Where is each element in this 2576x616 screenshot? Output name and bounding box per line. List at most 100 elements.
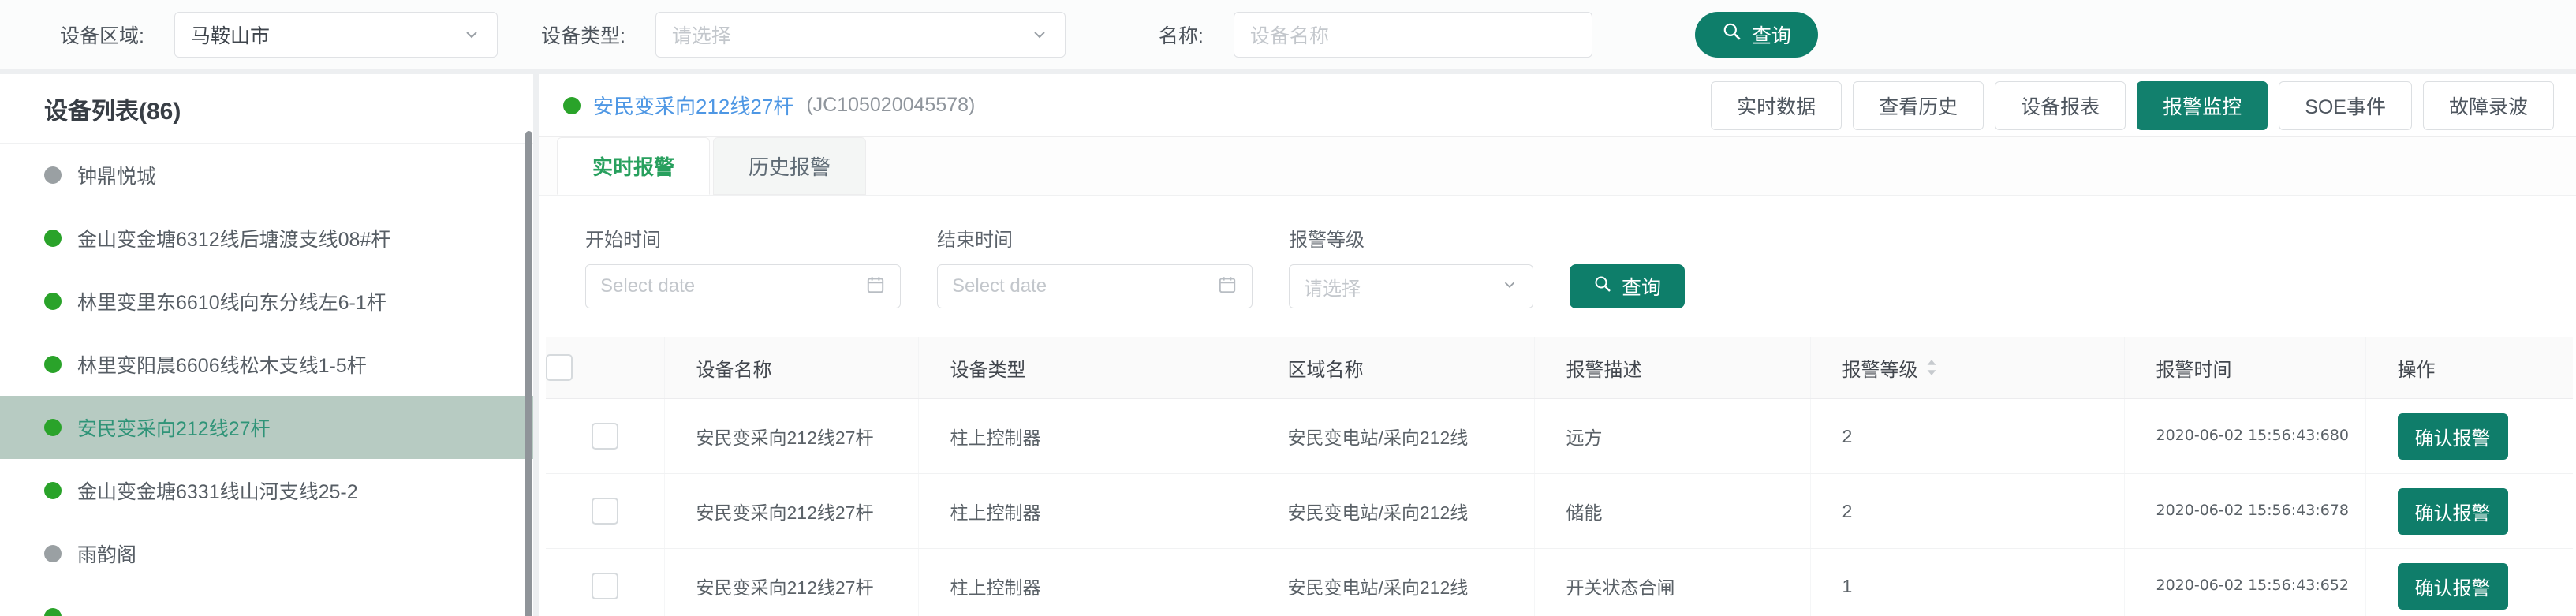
sidebar-device-label: 金山变金塘6312线后塘渡支线08#杆 [77, 224, 390, 252]
end-time-label: 结束时间 [937, 224, 1253, 252]
end-date-input[interactable]: Select date [937, 264, 1253, 308]
col-header-alarm-time: 报警时间 [2124, 337, 2365, 399]
device-name-label: 名称: [1159, 21, 1204, 49]
device-region-value: 马鞍山市 [191, 21, 270, 49]
alarm-table-row: 安民变采向212线27杆 柱上控制器 安民变电站/采向212线 远方 2 202… [546, 399, 2573, 474]
alarm-level-placeholder: 请选择 [1304, 273, 1361, 301]
select-all-checkbox[interactable] [546, 354, 573, 381]
cell-region-name: 安民变电站/采向212线 [1256, 549, 1534, 616]
device-name-placeholder: 设备名称 [1250, 21, 1329, 49]
chevron-down-icon [1030, 25, 1049, 44]
cell-alarm-level: 1 [1810, 549, 2124, 616]
device-action-button[interactable]: 实时数据 [1711, 81, 1842, 130]
start-date-placeholder: Select date [600, 275, 695, 297]
device-type-placeholder: 请选择 [672, 21, 731, 49]
confirm-alarm-button[interactable]: 确认报警 [2398, 563, 2508, 610]
device-status-dot [44, 230, 62, 247]
alarm-level-group: 报警等级 请选择 [1289, 224, 1533, 308]
cell-device-type: 柱上控制器 [918, 474, 1256, 549]
search-icon [1722, 21, 1742, 47]
row-checkbox[interactable] [592, 498, 618, 525]
sidebar-scrollbar[interactable] [525, 131, 532, 616]
col-header-operation: 操作 [2365, 337, 2573, 399]
search-icon [1593, 274, 1612, 299]
cell-alarm-desc: 储能 [1534, 474, 1810, 549]
col-header-alarm-desc: 报警描述 [1534, 337, 1810, 399]
device-status-dot [563, 97, 581, 114]
device-action-button[interactable]: 故障录波 [2423, 81, 2554, 130]
device-type-select[interactable]: 请选择 [655, 12, 1066, 58]
col-header-region-name: 区域名称 [1256, 337, 1534, 399]
alarm-table-row: 安民变采向212线27杆 柱上控制器 安民变电站/采向212线 开关状态合闸 1… [546, 549, 2573, 616]
device-action-bar: 实时数据 查看历史 设备报表 报警监控 SOE事件 故障录波 [1700, 81, 2554, 130]
alarm-panel: 实时报警 历史报警 开始时间 Select date 结束时间 Select d… [539, 137, 2576, 616]
cell-alarm-desc: 开关状态合闸 [1534, 549, 1810, 616]
alarm-table-row: 安民变采向212线27杆 柱上控制器 安民变电站/采向212线 储能 2 202… [546, 474, 2573, 549]
sidebar-device-item[interactable]: 钟鼎悦城 [0, 144, 533, 207]
sidebar-device-label: 林里变里东6610线向东分线左6-1杆 [77, 287, 386, 315]
cell-device-type: 柱上控制器 [918, 399, 1256, 474]
end-time-group: 结束时间 Select date [937, 224, 1253, 308]
table-header-row: 设备名称 设备类型 区域名称 报警描述 报警等级 报警时间 操作 [546, 337, 2573, 399]
sidebar-device-item[interactable]: 雨韵阁 [0, 522, 533, 585]
device-status-dot [44, 293, 62, 310]
device-status-dot [44, 356, 62, 373]
device-title-link[interactable]: 安民变采向212线27杆 [593, 91, 793, 120]
alarm-table: 设备名称 设备类型 区域名称 报警描述 报警等级 报警时间 操作 [546, 337, 2573, 616]
filter-search-button[interactable]: 查询 [1570, 264, 1685, 308]
cell-region-name: 安民变电站/采向212线 [1256, 474, 1534, 549]
chevron-down-icon [462, 25, 481, 44]
device-status-dot [44, 166, 62, 184]
device-region-label: 设备区域: [60, 21, 144, 49]
device-list: 钟鼎悦城 金山变金塘6312线后塘渡支线08#杆 林里变里东6610线向东分线左… [0, 144, 533, 616]
top-search-button[interactable]: 查询 [1695, 12, 1818, 58]
device-code: (JC105020045578) [806, 94, 975, 117]
alarm-level-label: 报警等级 [1289, 224, 1533, 252]
confirm-alarm-button[interactable]: 确认报警 [2398, 413, 2508, 460]
device-action-button[interactable]: SOE事件 [2279, 81, 2412, 130]
sidebar-device-label: 林里变阳晨6606线松木支线1-5杆 [77, 350, 367, 379]
device-header: 安民变采向212线27杆 (JC105020045578) 实时数据 查看历史 … [539, 74, 2576, 137]
top-search-label: 查询 [1752, 21, 1791, 49]
filter-search-label: 查询 [1622, 272, 1661, 301]
alarm-level-select[interactable]: 请选择 [1289, 264, 1533, 308]
confirm-alarm-button[interactable]: 确认报警 [2398, 488, 2508, 535]
device-head: 安民变采向212线27杆 (JC105020045578) [563, 91, 975, 120]
cell-device-type: 柱上控制器 [918, 549, 1256, 616]
device-region-select[interactable]: 马鞍山市 [174, 12, 498, 58]
sort-icon[interactable] [1926, 359, 1937, 376]
sidebar-device-item[interactable]: 金山变金塘6312线后塘渡支线08#杆 [0, 207, 533, 270]
sidebar-device-item[interactable]: 林里变阳晨6606线松木支线1-5杆 [0, 333, 533, 396]
device-status-dot [44, 608, 62, 616]
device-status-dot [44, 545, 62, 562]
sidebar-device-label: 安民变采向212线27杆 [77, 413, 271, 442]
cell-alarm-level: 2 [1810, 399, 2124, 474]
confirm-alarm-label: 确认报警 [2415, 503, 2491, 525]
sidebar-device-item[interactable]: 金山变金塘6331线山河支线25-2 [0, 459, 533, 522]
device-name-input[interactable]: 设备名称 [1234, 12, 1592, 58]
device-action-button[interactable]: 报警监控 [2137, 81, 2268, 130]
device-action-button[interactable]: 设备报表 [1995, 81, 2126, 130]
confirm-alarm-label: 确认报警 [2415, 428, 2491, 450]
sidebar-device-item[interactable]: 安民变采向212线27杆 [0, 396, 533, 459]
alarm-tab[interactable]: 实时报警 [557, 137, 710, 195]
sidebar-device-item[interactable]: 林里变里东6610线向东分线左6-1杆 [0, 270, 533, 333]
cell-alarm-time: 2020-06-02 15:56:43:680 [2156, 424, 2368, 447]
calendar-icon [1217, 274, 1238, 299]
cell-device-name: 安民变采向212线27杆 [664, 549, 918, 616]
alarm-filters: 开始时间 Select date 结束时间 Select date [539, 196, 2576, 308]
cell-device-name: 安民变采向212线27杆 [664, 399, 918, 474]
device-action-button[interactable]: 查看历史 [1853, 81, 1984, 130]
col-header-device-type: 设备类型 [918, 337, 1256, 399]
device-list-title: 设备列表(86) [0, 74, 533, 144]
chevron-down-icon [1501, 276, 1518, 297]
start-date-input[interactable]: Select date [585, 264, 901, 308]
top-filter-bar: 设备区域: 马鞍山市 设备类型: 请选择 名称: 设备名称 查询 [0, 0, 2576, 69]
col-header-alarm-level: 报警等级 [1842, 354, 1918, 382]
alarm-tab[interactable]: 历史报警 [713, 137, 866, 195]
cell-region-name: 安民变电站/采向212线 [1256, 399, 1534, 474]
row-checkbox[interactable] [592, 573, 618, 599]
sidebar-device-item[interactable] [0, 585, 533, 616]
row-checkbox[interactable] [592, 423, 618, 450]
start-time-group: 开始时间 Select date [585, 224, 901, 308]
